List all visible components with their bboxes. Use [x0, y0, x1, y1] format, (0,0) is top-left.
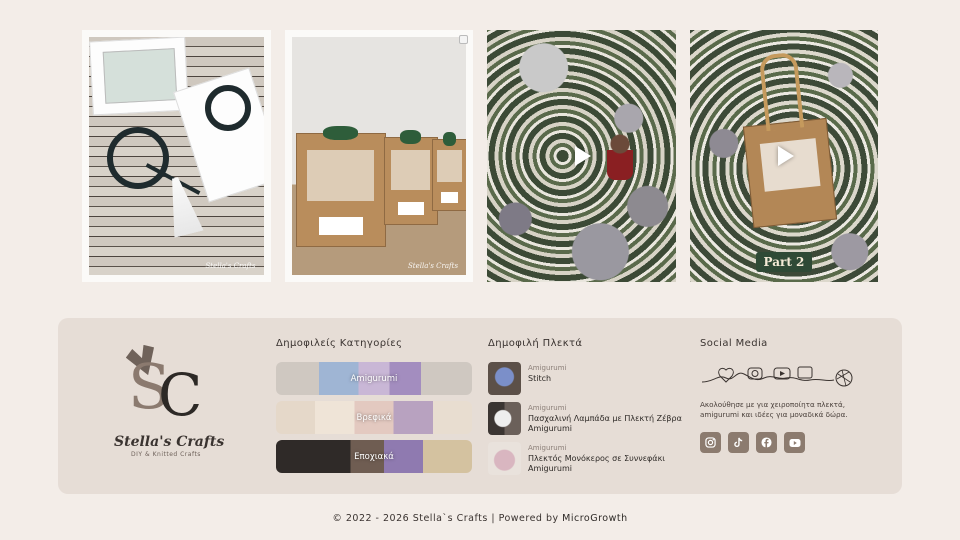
- post-image: Stella's Crafts: [89, 37, 264, 275]
- product-item[interactable]: Amigurumi Stitch: [488, 362, 688, 402]
- category-card-vrefika[interactable]: Βρεφικά: [276, 401, 472, 434]
- post-image: [487, 30, 676, 282]
- category-card-amigurumi[interactable]: Amigurumi: [276, 362, 472, 395]
- product-thumbnail[interactable]: [488, 402, 521, 435]
- product-name[interactable]: Πασχαλινή Λαμπάδα με Πλεκτή Ζέβρα Amigur…: [528, 414, 688, 434]
- powered-by-link[interactable]: MicroGrowth: [562, 513, 627, 524]
- product-thumbnail[interactable]: [488, 362, 521, 395]
- categories-title: Δημοφιλείς Κατηγορίες: [276, 338, 403, 349]
- product-category[interactable]: Amigurumi: [528, 444, 688, 452]
- footer-card: S C Stella's Crafts DIY & Knitted Crafts…: [58, 318, 902, 494]
- carousel-icon: [459, 35, 469, 44]
- post-image: Part 2: [689, 30, 878, 282]
- products-list: Amigurumi Stitch Amigurumi Πασχαλινή Λαμ…: [488, 362, 688, 482]
- instagram-post-3[interactable]: [487, 30, 676, 282]
- category-label: Βρεφικά: [356, 412, 392, 423]
- product-item[interactable]: Amigurumi Πλεκτός Μονόκερος σε Συννεφάκι…: [488, 442, 688, 482]
- instagram-post-1[interactable]: Stella's Crafts: [82, 30, 271, 282]
- category-card-epochiaka[interactable]: Εποχιακά: [276, 440, 472, 473]
- social-buttons: [700, 432, 805, 453]
- brand-logo[interactable]: S C Stella's Crafts DIY & Knitted Crafts: [114, 346, 225, 470]
- product-name[interactable]: Πλεκτός Μονόκερος σε Συννεφάκι Amigurumi: [528, 454, 688, 474]
- youtube-icon[interactable]: [784, 432, 805, 453]
- product-thumbnail[interactable]: [488, 442, 521, 475]
- post-watermark: Stella's Crafts: [205, 262, 256, 270]
- instagram-feed: Stella's Crafts Stella's Crafts Part 2: [82, 30, 878, 282]
- product-name[interactable]: Stitch: [528, 374, 567, 384]
- instagram-post-4[interactable]: Part 2: [689, 30, 878, 282]
- tiktok-icon[interactable]: [728, 432, 749, 453]
- logo-letter-c: C: [158, 361, 203, 429]
- categories-list: Amigurumi Βρεφικά Εποχιακά: [276, 362, 472, 479]
- post-image: Stella's Crafts: [291, 37, 467, 275]
- copyright-label: © 2022 - 2026 Stella`s Crafts | Powered …: [332, 513, 559, 524]
- social-description: Ακολούθησε με για χειροποίητα πλεκτά, am…: [700, 400, 848, 419]
- instagram-icon[interactable]: [700, 432, 721, 453]
- products-title: Δημοφιλή Πλεκτά: [488, 338, 583, 349]
- play-icon[interactable]: [575, 146, 592, 166]
- logo-mark: S C: [114, 346, 218, 432]
- brand-tagline: DIY & Knitted Crafts: [131, 451, 201, 458]
- product-category[interactable]: Amigurumi: [528, 364, 567, 372]
- post-watermark: Stella's Crafts: [408, 262, 459, 270]
- copyright-text: © 2022 - 2026 Stella`s Crafts | Powered …: [0, 513, 960, 524]
- social-title: Social Media: [700, 338, 768, 349]
- facebook-icon[interactable]: [756, 432, 777, 453]
- product-category[interactable]: Amigurumi: [528, 404, 688, 412]
- category-label: Amigurumi: [350, 373, 398, 384]
- play-icon[interactable]: [777, 146, 794, 166]
- yarn-doodle-icon: [701, 366, 853, 387]
- brand-name: Stella's Crafts: [114, 434, 225, 450]
- post-overlay-text: Part 2: [755, 252, 813, 272]
- instagram-post-2[interactable]: Stella's Crafts: [284, 30, 474, 282]
- category-label: Εποχιακά: [354, 451, 394, 462]
- product-item[interactable]: Amigurumi Πασχαλινή Λαμπάδα με Πλεκτή Ζέ…: [488, 402, 688, 442]
